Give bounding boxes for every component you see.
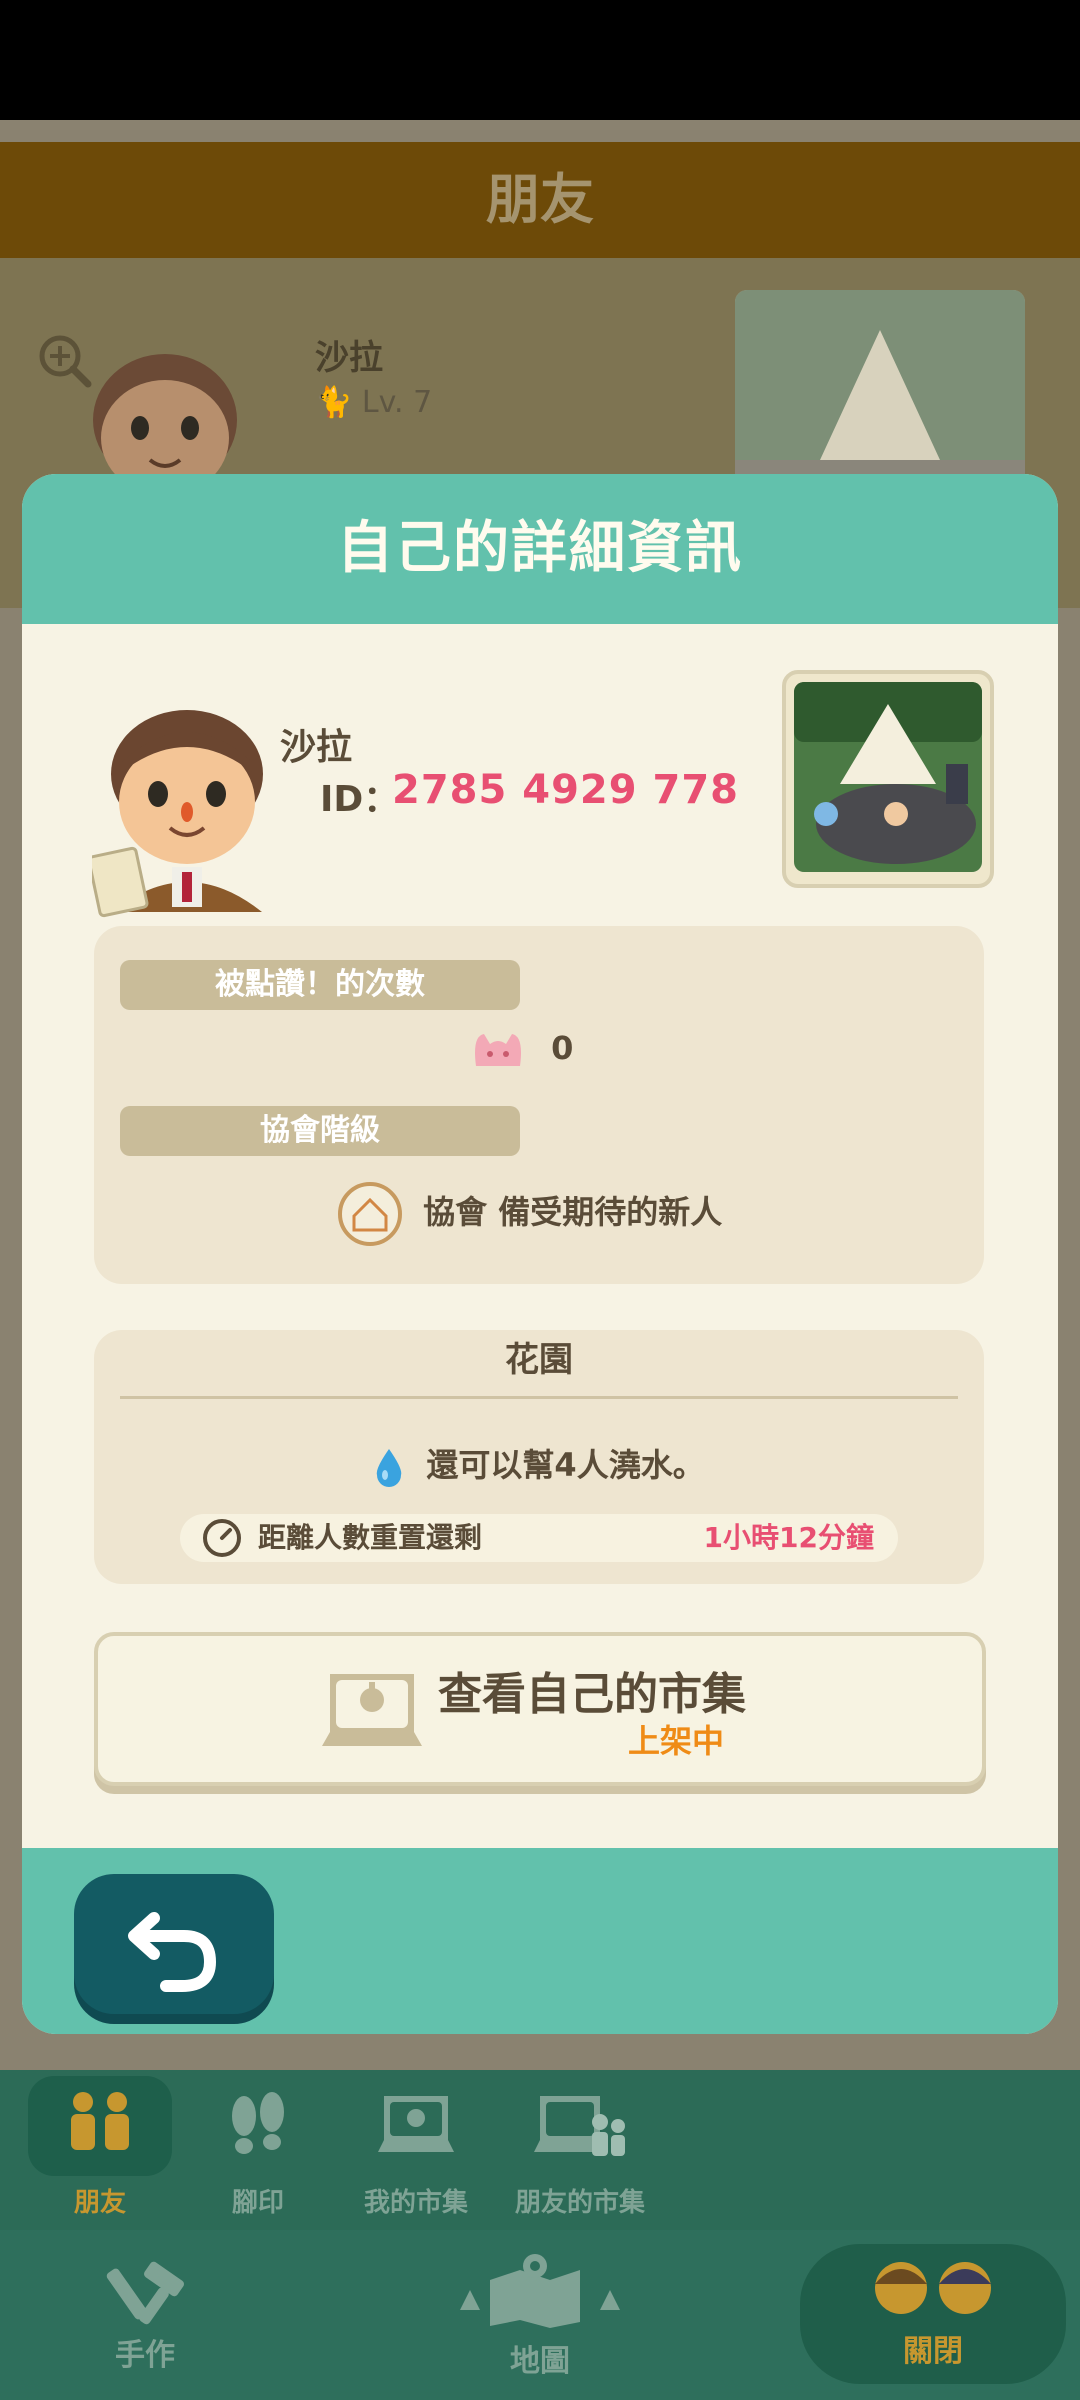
map-label: 地圖 [510, 2344, 570, 2379]
garden-divider [120, 1396, 958, 1399]
rank-label: 協會階級 [120, 1106, 520, 1156]
player-name: 沙拉 [280, 727, 353, 768]
cat-icon: 🐈 [315, 385, 353, 420]
modal-title: 自己的詳細資訊 [337, 516, 743, 581]
water-drop-icon [377, 1449, 402, 1487]
tab-footprints[interactable]: 腳印 [198, 2082, 318, 2218]
map-button[interactable]: 地圖 [440, 2250, 640, 2386]
tab-friends-market-label: 朋友的市集 [514, 2188, 645, 2218]
player-id-value: 2785 4929 778 [392, 767, 740, 813]
reset-timer-bar: 距離人數重置還剩 1小時12分鐘 [180, 1514, 898, 1562]
likes-count: 0 [551, 1029, 574, 1067]
screen: 朋友 沙拉 🐈 Lv. 7 自己的詳細資訊 沙拉 ID： 2785 4929 7… [0, 0, 1080, 2400]
market-box-icon [378, 2096, 454, 2152]
stats-panel: 被點讚！的次數 0 協會階級 協會 備受期待的新人 [94, 926, 984, 1284]
rank-row: 協會 備受期待的新人 [336, 1180, 722, 1248]
friends-market-icon [534, 2096, 625, 2156]
crafting-label: 手作 [115, 2338, 175, 2373]
view-my-market-button[interactable]: 查看自己的市集 上架中 [94, 1632, 986, 1786]
player-id-label: ID： [320, 779, 400, 820]
likes-label: 被點讚！的次數 [120, 960, 520, 1010]
campsite-image [794, 682, 982, 872]
friend-level: 🐈 Lv. 7 [315, 385, 433, 420]
close-label: 關閉 [903, 2334, 963, 2369]
self-details-modal: 自己的詳細資訊 沙拉 ID： 2785 4929 778 被點讚！的次數 0 協… [22, 474, 1058, 2034]
crafting-button[interactable]: 手作 [80, 2256, 210, 2386]
reset-label: 距離人數重置還剩 [258, 1521, 483, 1554]
market-box-icon [322, 1674, 422, 1746]
rank-value: 協會 備受期待的新人 [423, 1193, 723, 1231]
hammer-saw-icon [106, 2261, 184, 2325]
market-button-title: 查看自己的市集 [438, 1669, 746, 1720]
tab-my-market-label: 我的市集 [363, 2188, 468, 2218]
market-status: 上架中 [628, 1722, 725, 1760]
map-icon [460, 2254, 620, 2328]
reset-value: 1小時12分鐘 [703, 1521, 874, 1554]
tab-footprints-label: 腳印 [231, 2188, 284, 2218]
friends-icon [71, 2092, 129, 2150]
tab-friends-label: 朋友 [73, 2188, 126, 2218]
like-cat-icon [475, 1034, 521, 1066]
timer-icon [203, 1519, 241, 1557]
close-button[interactable]: 關閉 [800, 2244, 1066, 2384]
tab-friends[interactable]: 朋友 [28, 2082, 172, 2218]
association-badge-icon [338, 1182, 402, 1246]
friend-name: 沙拉 [315, 338, 383, 378]
tab-friends-market[interactable]: 朋友的市集 [500, 2082, 660, 2218]
tab-my-market[interactable]: 我的市集 [356, 2082, 476, 2218]
friends-header-title: 朋友 [486, 168, 594, 231]
villagers-icon [875, 2262, 991, 2314]
garden-water-text: 還可以幫4人澆水。 [426, 1446, 705, 1484]
footprints-icon [232, 2092, 284, 2154]
garden-title: 花園 [505, 1340, 573, 1380]
status-bar [0, 0, 1080, 120]
player-avatar [92, 710, 263, 918]
friends-header: 朋友 [0, 142, 1080, 258]
back-arrow-icon [128, 1912, 217, 1992]
likes-row: 0 [466, 1026, 573, 1074]
modal-header: 自己的詳細資訊 [22, 474, 1058, 624]
garden-water-row: 還可以幫4人澆水。 [94, 1440, 984, 1487]
garden-panel: 花園 還可以幫4人澆水。 距離人數重置還剩 1小時12分鐘 [94, 1330, 984, 1584]
player-campsite-thumbnail[interactable] [782, 670, 994, 888]
back-button[interactable] [74, 1874, 274, 2014]
